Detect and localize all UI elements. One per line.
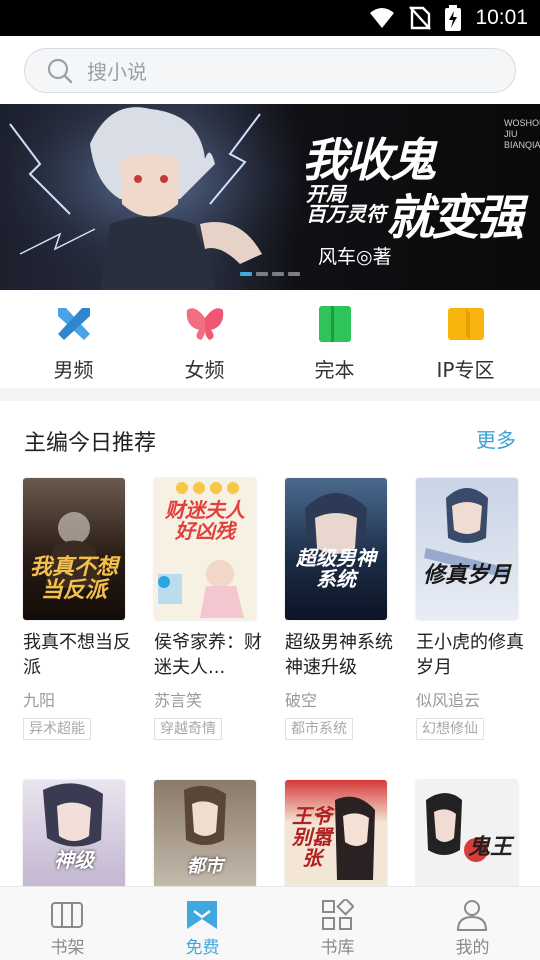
no-sim-icon xyxy=(409,6,432,30)
book-author: 似风追云 xyxy=(416,691,481,710)
book-title: 超级男神系统神速升级 xyxy=(285,632,393,678)
nav-label: 免费 xyxy=(185,938,220,958)
more-link[interactable]: 更多 xyxy=(476,424,516,453)
category-completed[interactable]: 完本 xyxy=(267,290,402,388)
nav-bookshelf[interactable]: 书架 xyxy=(0,887,135,960)
cover-art xyxy=(424,488,508,578)
book-title: 侯爷家养：财迷夫人... xyxy=(154,632,262,678)
banner-title-group: WOSHOUGUO JIU BIANQIANG 我收鬼 开局 百万灵符 就变强 … xyxy=(282,118,540,268)
nav-library[interactable]: 书库 xyxy=(270,887,405,960)
category-label: IP专区 xyxy=(436,358,495,382)
banner-dot[interactable] xyxy=(272,272,284,276)
cover-title: 都市 xyxy=(187,856,223,877)
search-placeholder: 搜小说 xyxy=(87,60,147,84)
category-label: 男频 xyxy=(53,358,94,382)
book-tag[interactable]: 穿越奇情 xyxy=(154,718,222,740)
cover-title: 鬼王 xyxy=(467,834,512,860)
book-tag[interactable]: 幻想修仙 xyxy=(416,718,484,740)
swords-icon xyxy=(58,308,90,340)
book-cover[interactable]: 我真不想当反派 xyxy=(23,478,125,620)
bookshelf-icon xyxy=(51,902,83,928)
category-female[interactable]: 女频 xyxy=(137,290,272,388)
cover-title: 修真岁月 xyxy=(422,562,511,588)
recommend-header: 主编今日推荐 更多 xyxy=(0,401,540,471)
book-cover[interactable]: 修真岁月 xyxy=(416,478,518,620)
category-nav: 男频 女频 完本 IP专区 xyxy=(0,290,540,388)
book-tag[interactable]: 异术超能 xyxy=(23,718,91,740)
search-icon xyxy=(47,58,73,83)
banner-author: 风车◎著 xyxy=(318,246,392,268)
book-complete-icon xyxy=(319,306,351,342)
book-title: 我真不想当反派 xyxy=(23,632,131,678)
category-label: 完本 xyxy=(314,358,355,382)
book-cover[interactable]: 财迷夫人好凶残 xyxy=(154,478,256,620)
profile-icon xyxy=(456,900,488,931)
cover-title: 我真不想当反派 xyxy=(29,554,118,604)
nav-profile[interactable]: 我的 xyxy=(405,887,540,960)
banner-dot[interactable] xyxy=(240,272,252,276)
book-cover[interactable]: 超级男神系统 xyxy=(285,478,387,620)
book-author: 九阳 xyxy=(23,691,56,710)
cover-title: 王爷别嚣张 xyxy=(292,804,332,870)
book-title: 王小虎的修真岁月 xyxy=(416,632,524,678)
banner-dot[interactable] xyxy=(256,272,268,276)
banner-subtitle-small: 开局 百万灵符 xyxy=(306,182,386,226)
search-input[interactable]: 搜小说 xyxy=(24,48,516,93)
category-male[interactable]: 男频 xyxy=(6,290,141,388)
book-tag[interactable]: 都市系统 xyxy=(285,718,353,740)
nav-free[interactable]: 免费 xyxy=(135,887,270,960)
open-book-icon xyxy=(448,308,484,340)
status-bar: 10:01 xyxy=(0,0,540,36)
banner-dot[interactable] xyxy=(288,272,300,276)
nav-label: 书架 xyxy=(50,938,85,958)
cover-title: 超级男神系统 xyxy=(296,546,376,591)
book-author: 苏言笑 xyxy=(154,691,203,710)
banner-character-illustration xyxy=(0,104,300,290)
battery-charging-icon xyxy=(445,5,462,31)
category-ip-zone[interactable]: IP专区 xyxy=(398,290,533,388)
book-author: 破空 xyxy=(285,691,318,710)
library-grid-icon xyxy=(322,899,354,930)
cover-title: 神级 xyxy=(54,848,94,872)
search-area: 搜小说 xyxy=(0,36,540,104)
butterfly-icon xyxy=(186,308,224,340)
section-divider xyxy=(0,388,540,401)
banner-pagination xyxy=(240,272,300,276)
status-time: 10:01 xyxy=(475,6,528,29)
wifi-icon xyxy=(370,8,395,28)
bottom-nav: 书架 免费 书库 我的 xyxy=(0,886,540,960)
nav-label: 我的 xyxy=(455,938,490,958)
promo-banner[interactable]: WOSHOUGUO JIU BIANQIANG 我收鬼 开局 百万灵符 就变强 … xyxy=(0,104,540,290)
banner-pinyin: WOSHOUGUO JIU BIANQIANG xyxy=(504,118,540,150)
nav-label: 书库 xyxy=(320,938,355,958)
banner-subtitle-big: 就变强 xyxy=(386,190,524,246)
section-title: 主编今日推荐 xyxy=(24,431,157,456)
app-screen: 10:01 搜小说 WOSHO JIU BIANQIA 我收鬼 开局 百万灵符 … xyxy=(0,0,540,960)
category-label: 女频 xyxy=(184,358,225,382)
free-bookmark-icon xyxy=(187,901,217,929)
cover-title: 财迷夫人好凶残 xyxy=(165,498,245,543)
